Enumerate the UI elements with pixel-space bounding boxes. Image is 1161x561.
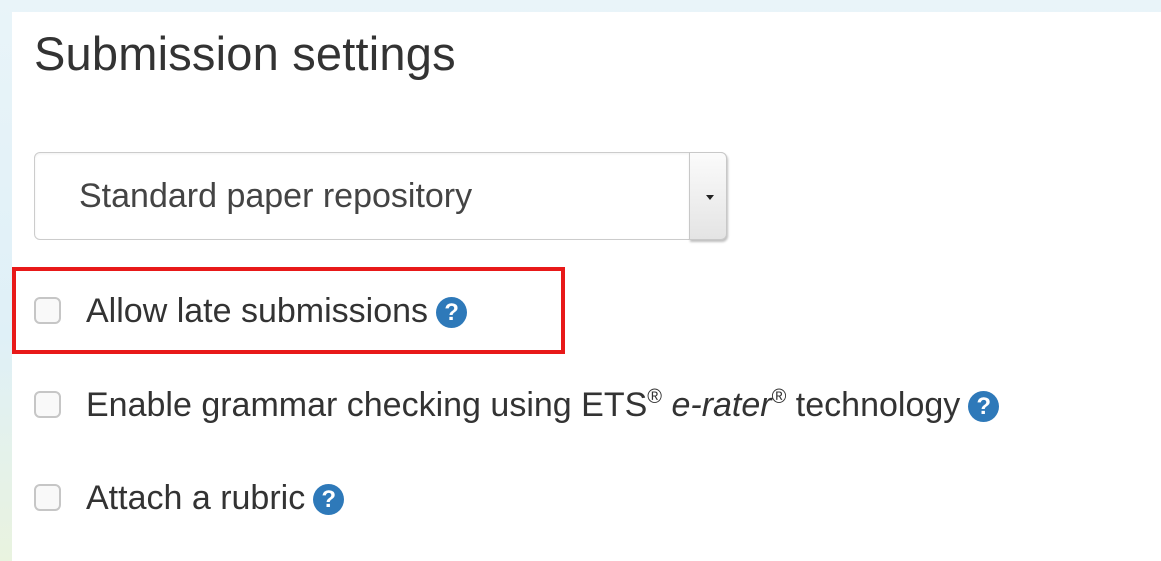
help-icon[interactable]: ? (968, 391, 1000, 422)
attach-rubric-label-text: Attach a rubric (86, 479, 306, 517)
allow-late-submissions-label-text: Allow late submissions (86, 292, 429, 330)
chevron-down-icon[interactable] (689, 152, 727, 240)
attach-rubric-label[interactable]: Attach a rubric? (86, 476, 345, 520)
allow-late-submissions-label[interactable]: Allow late submissions? (86, 289, 468, 333)
attach-rubric-checkbox[interactable] (34, 484, 61, 511)
submission-settings-panel: Submission settings Standard paper repos… (12, 12, 1161, 561)
help-icon[interactable]: ? (313, 484, 345, 515)
registered-mark: ® (647, 386, 663, 408)
enable-grammar-checking-checkbox[interactable] (34, 391, 61, 418)
e-rater-label: e-rater (671, 386, 772, 424)
repository-select[interactable]: Standard paper repository (34, 152, 727, 240)
page-title: Submission settings (34, 27, 456, 80)
grammar-label-text: Enable grammar checking using ETS (86, 386, 648, 424)
grammar-label-suffix: technology (786, 386, 961, 424)
enable-grammar-checking-label[interactable]: Enable grammar checking using ETS® e-rat… (86, 383, 1000, 427)
allow-late-submissions-checkbox[interactable] (34, 297, 61, 324)
help-icon[interactable]: ? (436, 297, 468, 328)
registered-mark: ® (771, 386, 787, 408)
repository-select-value: Standard paper repository (79, 177, 473, 215)
